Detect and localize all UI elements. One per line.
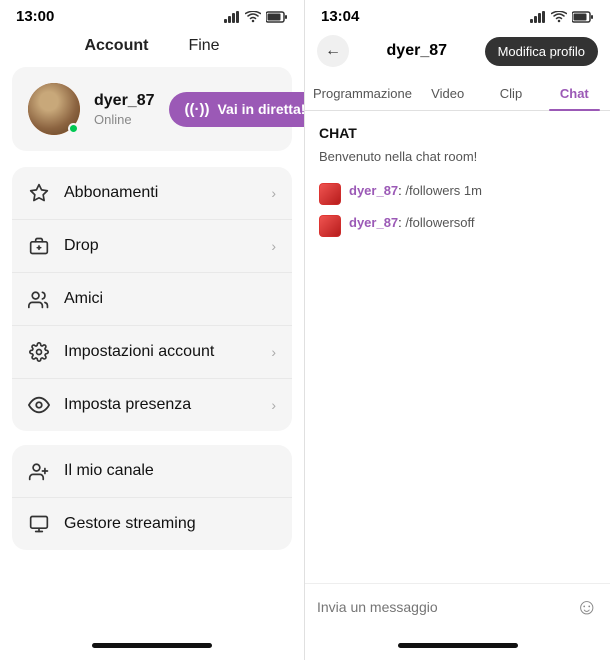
menu-item-drop[interactable]: Drop › bbox=[12, 220, 292, 273]
avatar-inner-1 bbox=[320, 216, 340, 236]
menu-item-abbonamenti[interactable]: Abbonamenti › bbox=[12, 167, 292, 220]
chat-input-area: ☺ bbox=[305, 583, 610, 630]
emoji-button[interactable]: ☺ bbox=[576, 594, 598, 620]
signal-icon bbox=[224, 11, 240, 23]
signal-icon bbox=[530, 11, 546, 23]
right-top-bar: ← dyer_87 Modifica profilo bbox=[305, 29, 610, 77]
right-tabs: Programmazione Video Clip Chat bbox=[305, 77, 610, 111]
menu-item-impostazioni[interactable]: Impostazioni account › bbox=[12, 326, 292, 379]
tab-account[interactable]: Account bbox=[84, 37, 148, 55]
profile-name: dyer_87 bbox=[94, 92, 155, 110]
tab-clip[interactable]: Clip bbox=[479, 77, 542, 110]
settings-icon bbox=[28, 341, 50, 363]
back-icon: ← bbox=[325, 42, 341, 60]
chat-avatar-0 bbox=[319, 183, 341, 205]
menu-label-canale: Il mio canale bbox=[64, 462, 276, 480]
tab-programmazione[interactable]: Programmazione bbox=[309, 77, 416, 110]
right-panel: 13:04 ← dyer_87 bbox=[305, 0, 610, 660]
avatar-wrapper bbox=[28, 83, 80, 135]
chevron-icon: › bbox=[271, 238, 276, 254]
wifi-icon bbox=[551, 11, 567, 23]
chat-welcome: Benvenuto nella chat room! bbox=[305, 149, 610, 178]
right-bottom-bar bbox=[305, 630, 610, 660]
menu-label-abbonamenti: Abbonamenti bbox=[64, 184, 257, 202]
home-indicator-right bbox=[398, 643, 518, 648]
live-button[interactable]: ((·)) Vai in diretta! bbox=[169, 92, 306, 127]
battery-icon bbox=[266, 11, 288, 23]
tab-video[interactable]: Video bbox=[416, 77, 479, 110]
tab-chat[interactable]: Chat bbox=[543, 77, 606, 110]
menu-label-gestore: Gestore streaming bbox=[64, 515, 276, 533]
chat-avatar-1 bbox=[319, 215, 341, 237]
drop-icon bbox=[28, 235, 50, 257]
live-icon: ((·)) bbox=[185, 101, 212, 118]
profile-status: Online bbox=[94, 112, 155, 127]
chat-username-0: dyer_87 bbox=[349, 183, 398, 198]
menu-item-presenza[interactable]: Imposta presenza › bbox=[12, 379, 292, 431]
right-status-icons bbox=[530, 11, 594, 23]
chat-message-0: dyer_87: /followers 1m bbox=[305, 178, 610, 210]
chat-text-1: dyer_87: /followersoff bbox=[349, 215, 475, 230]
menu-section-main: Abbonamenti › Drop › bbox=[12, 167, 292, 431]
avatar-inner-0 bbox=[320, 184, 340, 204]
home-indicator bbox=[92, 643, 212, 648]
edit-profile-button[interactable]: Modifica profilo bbox=[485, 37, 598, 66]
left-header: Account Fine bbox=[0, 29, 304, 67]
chat-area: CHAT Benvenuto nella chat room! dyer_87:… bbox=[305, 111, 610, 583]
back-button[interactable]: ← bbox=[317, 35, 349, 67]
left-bottom-bar bbox=[0, 630, 304, 660]
chat-input[interactable] bbox=[317, 599, 568, 615]
streaming-icon bbox=[28, 513, 50, 535]
profile-info: dyer_87 Online bbox=[94, 92, 155, 127]
right-status-bar: 13:04 bbox=[305, 0, 610, 29]
star-icon bbox=[28, 182, 50, 204]
tab-fine[interactable]: Fine bbox=[188, 37, 219, 55]
chevron-icon: › bbox=[271, 344, 276, 360]
chevron-icon: › bbox=[271, 397, 276, 413]
eye-icon bbox=[28, 394, 50, 416]
channel-icon bbox=[28, 460, 50, 482]
chat-cmd-1: /followersoff bbox=[405, 215, 474, 230]
online-indicator bbox=[68, 123, 79, 134]
battery-icon bbox=[572, 11, 594, 23]
profile-section: dyer_87 Online ((·)) Vai in diretta! bbox=[12, 67, 292, 151]
chat-title: CHAT bbox=[305, 111, 610, 149]
chevron-icon: › bbox=[271, 185, 276, 201]
left-status-bar: 13:00 bbox=[0, 0, 304, 29]
left-status-icons bbox=[224, 11, 288, 23]
menu-item-gestore[interactable]: Gestore streaming bbox=[12, 498, 292, 550]
menu-label-impostazioni: Impostazioni account bbox=[64, 343, 257, 361]
menu-label-drop: Drop bbox=[64, 237, 257, 255]
menu-section-channel: Il mio canale Gestore streaming bbox=[12, 445, 292, 550]
chat-message-1: dyer_87: /followersoff bbox=[305, 210, 610, 242]
menu-label-amici: Amici bbox=[64, 290, 276, 308]
chat-username-1: dyer_87 bbox=[349, 215, 398, 230]
left-time: 13:00 bbox=[16, 8, 54, 25]
live-button-label: Vai in diretta! bbox=[217, 101, 305, 117]
chat-text-0: dyer_87: /followers 1m bbox=[349, 183, 482, 198]
menu-label-presenza: Imposta presenza bbox=[64, 396, 257, 414]
chat-cmd-0: /followers 1m bbox=[405, 183, 482, 198]
right-time: 13:04 bbox=[321, 8, 359, 25]
radio-wave-icon: ((·)) bbox=[185, 101, 210, 118]
friends-icon bbox=[28, 288, 50, 310]
menu-item-amici[interactable]: Amici bbox=[12, 273, 292, 326]
right-username: dyer_87 bbox=[357, 42, 477, 60]
menu-item-canale[interactable]: Il mio canale bbox=[12, 445, 292, 498]
left-panel: 13:00 Account bbox=[0, 0, 305, 660]
wifi-icon bbox=[245, 11, 261, 23]
